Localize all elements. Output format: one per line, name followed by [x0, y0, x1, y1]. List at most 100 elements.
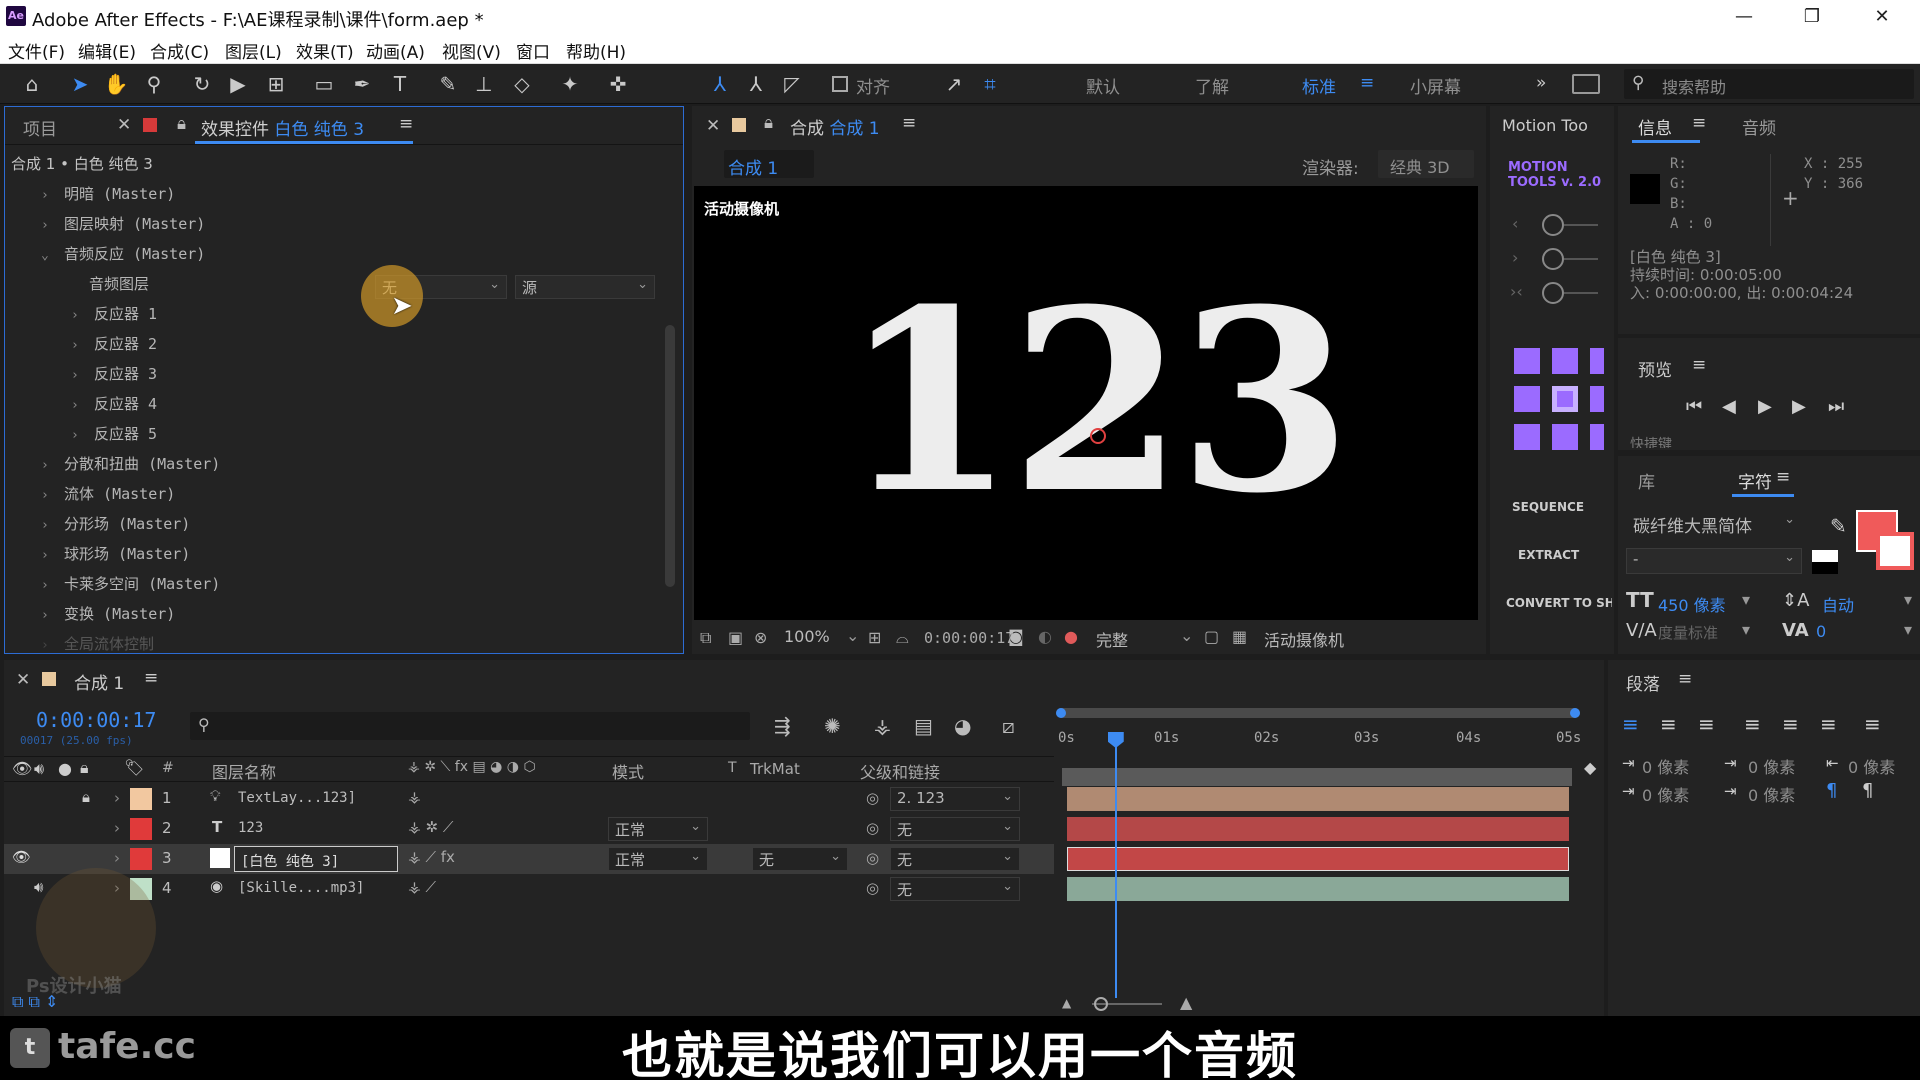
menu-effect[interactable]: 效果(T)	[296, 38, 354, 63]
eraser-tool-icon[interactable]: ◇	[508, 70, 536, 98]
help-search[interactable]: ⚲ 搜索帮助	[1624, 69, 1914, 99]
tab-close-icon[interactable]: ✕	[706, 116, 720, 136]
align-right-icon[interactable]: ≡	[1698, 712, 1715, 736]
shy-switch-icon[interactable]: ⚶ ✲ ⟋	[408, 818, 453, 836]
brush-tool-icon[interactable]: ✎	[434, 70, 462, 98]
audio-source-dropdown[interactable]: 源 ⌄	[515, 275, 655, 299]
layer-row-2[interactable]: › 2 T 123 ⚶ ✲ ⟋ 正常 ⌄ ◎ 无 ⌄	[4, 814, 1054, 844]
home-icon[interactable]: ⌂	[18, 70, 46, 98]
first-frame-icon[interactable]: ⏮	[1686, 396, 1702, 417]
snap-checkbox[interactable]	[832, 76, 848, 92]
comp-marker-icon[interactable]: ◆	[1584, 758, 1600, 777]
layer-bar-4[interactable]	[1067, 877, 1569, 901]
graph-editor-icon[interactable]: ⧄	[1002, 714, 1015, 738]
layer-bar-2[interactable]	[1067, 817, 1569, 841]
anchor-grid[interactable]	[1514, 348, 1606, 428]
menu-window[interactable]: 窗口	[516, 38, 550, 63]
layer-label-color[interactable]	[130, 848, 152, 870]
layer-name-field[interactable]: [白色 纯色 3]	[234, 846, 398, 872]
menu-edit[interactable]: 编辑(E)	[78, 38, 136, 63]
effect-scrollbar[interactable]	[665, 325, 675, 587]
panel-menu-icon[interactable]: ≡	[1692, 113, 1706, 133]
tab-close-icon[interactable]: ✕	[16, 670, 30, 690]
slider-knob-2[interactable]	[1542, 248, 1564, 270]
effect-item-spherical-field[interactable]: › 球形场 (Master)	[41, 543, 190, 573]
effect-item-transform[interactable]: › 变换 (Master)	[41, 603, 175, 633]
parent-dropdown[interactable]: 无 ⌄	[890, 817, 1020, 841]
zoom-out-icon[interactable]: ▲	[1062, 996, 1071, 1010]
panel-menu-icon[interactable]: ≡	[902, 113, 916, 133]
chevron-both-icon[interactable]: ›‹	[1510, 282, 1523, 301]
effect-item-shading[interactable]: › 明暗 (Master)	[41, 183, 175, 213]
tab-timeline[interactable]: 合成 1	[74, 669, 124, 694]
frame-blend-icon[interactable]: ▤	[914, 714, 933, 738]
work-area-bar[interactable]	[1056, 708, 1580, 718]
comp-subtab[interactable]: 合成 1	[724, 150, 814, 179]
tab-library[interactable]: 库	[1638, 468, 1655, 493]
anchor-cell[interactable]	[1590, 424, 1604, 450]
chevron-right-icon[interactable]: ›	[1512, 248, 1518, 267]
rtl-direction-icon[interactable]: ¶	[1862, 780, 1873, 801]
work-area-range[interactable]	[1062, 768, 1572, 786]
lock-icon[interactable]: 🔒︎	[764, 113, 773, 133]
rotate-tool-icon[interactable]: ↻	[188, 70, 216, 98]
extract-button[interactable]: EXTRACT	[1518, 548, 1579, 562]
shy-icon[interactable]: ⚶	[874, 714, 891, 738]
monitor-icon[interactable]: ▣	[728, 628, 743, 647]
anchor-cell[interactable]	[1552, 348, 1578, 374]
viewer-timecode[interactable]: 0:00:00:17	[924, 629, 1014, 647]
solo-icon[interactable]: ●	[58, 759, 72, 778]
last-frame-icon[interactable]: ⏭	[1828, 396, 1844, 417]
anchor-cell[interactable]	[1552, 424, 1578, 450]
header-layer-name[interactable]: 图层名称	[212, 759, 276, 783]
effect-item-global-fluid[interactable]: › 全局流体控制	[41, 633, 154, 653]
snap-target-icon[interactable]: ⌗	[976, 70, 1004, 98]
font-size-value[interactable]: 450 像素	[1658, 592, 1726, 616]
region-of-interest-icon[interactable]: ▢	[1204, 627, 1219, 646]
motion-blur-icon[interactable]: ◕	[954, 714, 971, 738]
expand-chevron-icon[interactable]: ›	[114, 849, 120, 867]
anchor-grid-row3[interactable]	[1514, 424, 1606, 454]
font-style-dropdown[interactable]: - ⌄	[1626, 548, 1802, 574]
tracking-value[interactable]: 0	[1816, 622, 1826, 641]
world-axis-icon[interactable]: ⅄	[742, 70, 770, 98]
playhead[interactable]	[1107, 732, 1124, 998]
time-ruler[interactable]: 0s 01s 02s 03s 04s 05s	[1056, 708, 1581, 788]
parent-dropdown[interactable]: 无 ⌄	[890, 847, 1020, 871]
panel-menu-icon[interactable]: ≡	[144, 668, 158, 688]
align-center-icon[interactable]: ≡	[1660, 712, 1677, 736]
ltr-direction-icon[interactable]: ¶	[1826, 780, 1837, 801]
stroke-color-swatch[interactable]	[1876, 532, 1914, 570]
close-button[interactable]: ✕	[1852, 2, 1912, 32]
sequence-button[interactable]: SEQUENCE	[1512, 500, 1584, 514]
chevron-down-icon[interactable]: ▾	[1904, 620, 1912, 639]
work-area-end[interactable]	[1570, 708, 1580, 718]
anchor-cell[interactable]	[1590, 386, 1604, 412]
menu-composition[interactable]: 合成(C)	[150, 38, 209, 63]
puppet-tool-icon[interactable]: ✜	[604, 70, 632, 98]
shy-switch-icon[interactable]: ⚶ ⟋ fx	[408, 848, 455, 866]
view-axis-icon[interactable]: ◸	[778, 70, 806, 98]
justify-center-icon[interactable]: ≡	[1782, 712, 1799, 736]
first-line-indent-value[interactable]: 0 像素	[1642, 782, 1689, 806]
camera-tool-icon[interactable]: ▶	[224, 70, 252, 98]
pickwhip-icon[interactable]: ◎	[866, 789, 879, 807]
expand-chevron-icon[interactable]: ›	[114, 819, 120, 837]
justify-left-icon[interactable]: ≡	[1744, 712, 1761, 736]
prev-frame-icon[interactable]: ◀︎	[1722, 396, 1736, 417]
effect-item-reactor-4[interactable]: › 反应器 4	[71, 393, 157, 423]
tab-audio[interactable]: 音频	[1742, 114, 1776, 139]
effect-item-reactor-3[interactable]: › 反应器 3	[71, 363, 157, 393]
menu-file[interactable]: 文件(F)	[8, 38, 65, 63]
space-before-value[interactable]: 0 像素	[1748, 754, 1795, 778]
panel-menu-icon[interactable]: ≡	[399, 114, 413, 134]
channels-icon[interactable]: ●	[1064, 627, 1078, 646]
chevron-down-icon[interactable]: ⌄	[1180, 626, 1193, 645]
default-color-white[interactable]	[1812, 550, 1838, 562]
speaker-icon[interactable]: 🔊︎	[34, 878, 43, 896]
comp-flowchart-icon[interactable]: ⇶	[774, 714, 791, 738]
pickwhip-icon[interactable]: ◎	[866, 819, 879, 837]
anchor-cell[interactable]	[1552, 386, 1578, 412]
pen-tool-icon[interactable]: ✒	[348, 70, 376, 98]
speaker-icon[interactable]: 🔊︎	[34, 759, 44, 779]
